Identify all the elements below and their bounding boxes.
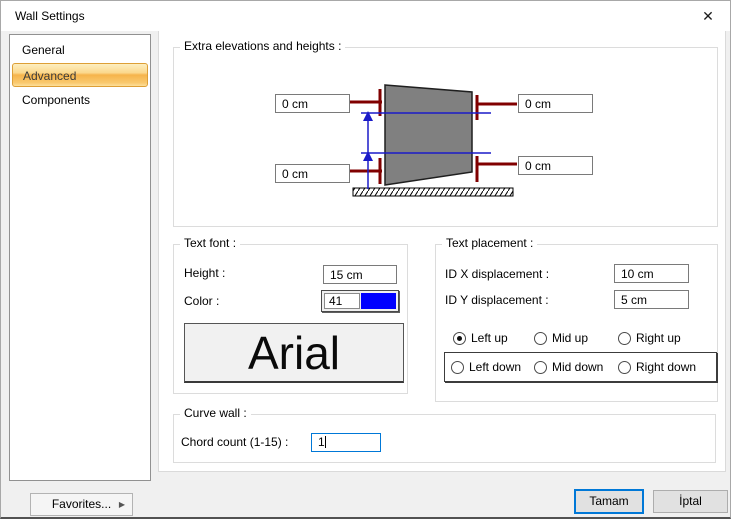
group-text-font-title: Text font :: [180, 236, 240, 250]
close-icon[interactable]: ✕: [698, 7, 718, 25]
cancel-button[interactable]: İptal: [653, 490, 728, 513]
font-height-label: Height :: [184, 266, 225, 280]
text-caret: [325, 436, 326, 448]
chord-count-label: Chord count (1-15) :: [181, 435, 288, 449]
elevation-bottom-right-input[interactable]: [518, 156, 593, 175]
radio-left-up-label: Left up: [471, 331, 508, 345]
color-swatch[interactable]: [361, 293, 396, 309]
radio-mid-down[interactable]: Mid down: [534, 360, 603, 374]
elevation-bottom-left-input[interactable]: [275, 164, 350, 183]
radio-right-up-dot[interactable]: [618, 332, 631, 345]
radio-left-down-label: Left down: [469, 360, 521, 374]
radio-mid-down-label: Mid down: [552, 360, 603, 374]
settings-tab-list: General Advanced Components: [9, 34, 151, 481]
chord-count-input[interactable]: 1: [311, 433, 381, 452]
favorites-button[interactable]: Favorites... ▶: [30, 493, 133, 516]
radio-mid-up[interactable]: Mid up: [534, 331, 588, 345]
wall-settings-dialog: Wall Settings ✕ General Advanced Compone…: [0, 0, 731, 519]
radio-left-down-dot[interactable]: [451, 361, 464, 374]
font-preview-button[interactable]: Arial: [184, 323, 404, 383]
elevation-top-right-input[interactable]: [518, 94, 593, 113]
id-y-displacement-input[interactable]: [614, 290, 689, 309]
radio-left-up[interactable]: Left up: [453, 331, 508, 345]
group-text-placement-title: Text placement :: [442, 236, 537, 250]
id-x-displacement-input[interactable]: [614, 264, 689, 283]
font-height-input[interactable]: [323, 265, 397, 284]
favorites-label: Favorites...: [52, 497, 111, 511]
radio-right-up-label: Right up: [636, 331, 681, 345]
id-y-displacement-label: ID Y displacement :: [445, 293, 549, 307]
favorites-arrow-icon: ▶: [119, 494, 125, 515]
chord-count-value: 1: [318, 435, 325, 449]
group-curve-wall-title: Curve wall :: [180, 406, 251, 420]
radio-right-up[interactable]: Right up: [618, 331, 681, 345]
radio-left-down[interactable]: Left down: [451, 360, 521, 374]
font-color-picker[interactable]: 41: [321, 290, 399, 312]
ok-button[interactable]: Tamam: [574, 489, 644, 514]
radio-mid-up-dot[interactable]: [534, 332, 547, 345]
radio-mid-up-label: Mid up: [552, 331, 588, 345]
color-number-value[interactable]: 41: [324, 293, 360, 309]
radio-right-down-label: Right down: [636, 360, 696, 374]
id-x-displacement-label: ID X displacement :: [445, 267, 549, 281]
group-extra-elevations-title: Extra elevations and heights :: [180, 39, 345, 53]
tab-general[interactable]: General: [12, 38, 148, 62]
radio-right-down[interactable]: Right down: [618, 360, 696, 374]
radio-mid-down-dot[interactable]: [534, 361, 547, 374]
font-color-label: Color :: [184, 294, 219, 308]
radio-left-up-dot[interactable]: [453, 332, 466, 345]
tab-advanced[interactable]: Advanced: [12, 63, 148, 87]
title-bar: Wall Settings ✕: [1, 1, 730, 31]
tab-components[interactable]: Components: [12, 88, 148, 112]
group-extra-elevations: Extra elevations and heights :: [173, 47, 718, 227]
window-title: Wall Settings: [15, 9, 85, 23]
elevation-top-left-input[interactable]: [275, 94, 350, 113]
radio-right-down-dot[interactable]: [618, 361, 631, 374]
